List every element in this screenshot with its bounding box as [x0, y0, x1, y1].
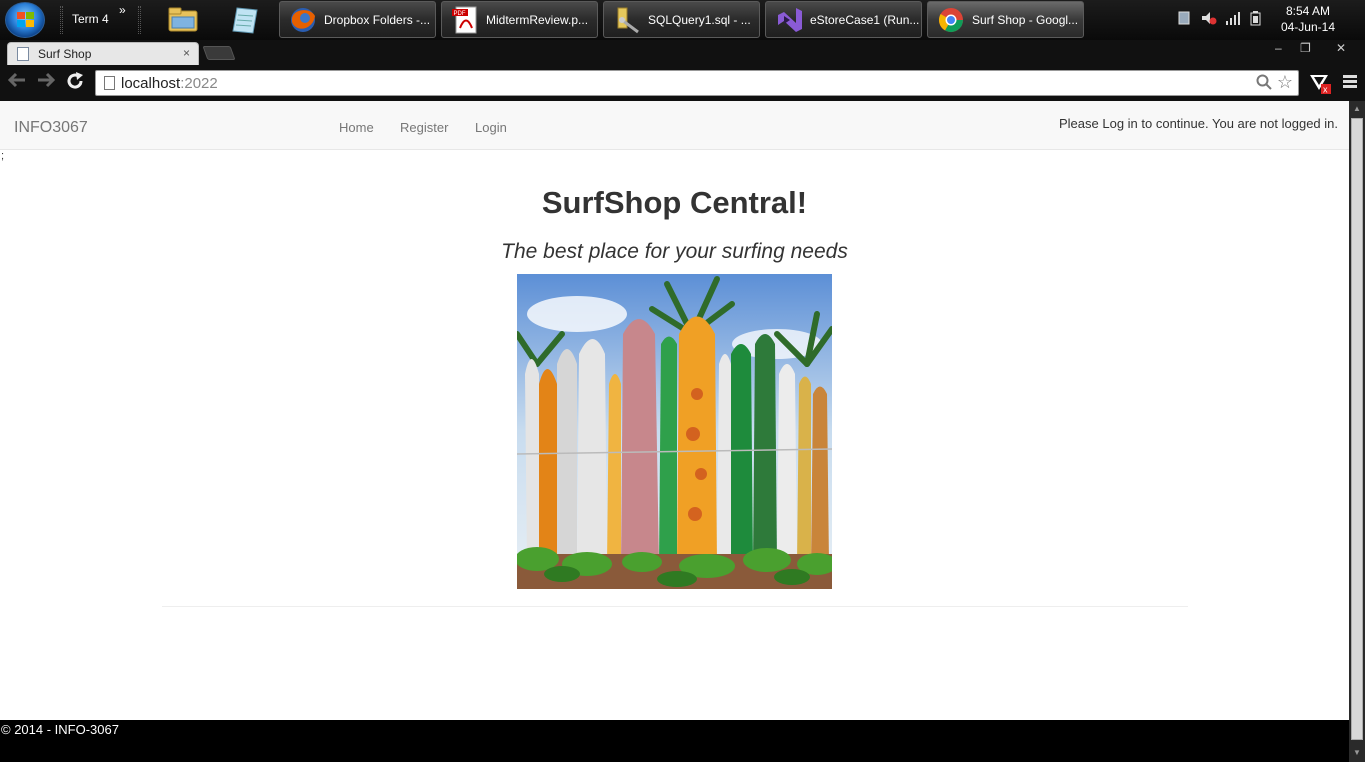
toolbar-term-label[interactable]: Term 4: [72, 12, 109, 26]
volume-muted-icon[interactable]: [1201, 10, 1217, 29]
task-label: SQLQuery1.sql - ...: [648, 13, 751, 27]
new-tab-button[interactable]: [202, 46, 236, 60]
bookmark-star-icon[interactable]: ☆: [1277, 72, 1293, 93]
clock-date: 04-Jun-14: [1280, 20, 1335, 34]
task-label: eStoreCase1 (Run...: [810, 13, 920, 27]
nav-home-link[interactable]: Home: [339, 120, 374, 135]
site-navbar: INFO3067 Home Register Login Please Log …: [0, 101, 1349, 150]
task-label: MidtermReview.p...: [486, 13, 589, 27]
folder-icon: [168, 7, 198, 32]
task-label: Dropbox Folders -...: [324, 13, 431, 27]
svg-text:x: x: [1323, 85, 1328, 95]
pdf-icon: PDF: [452, 6, 477, 34]
signal-strength-icon[interactable]: [1225, 10, 1241, 29]
browser-tab-active[interactable]: Surf Shop ×: [7, 42, 199, 65]
windows-flag-icon: [17, 12, 35, 29]
scroll-up-arrow-icon[interactable]: ▲: [1352, 104, 1362, 113]
content-divider: [162, 606, 1188, 607]
toolbar-overflow-chevron[interactable]: »: [119, 3, 126, 17]
scroll-down-arrow-icon[interactable]: ▼: [1352, 748, 1362, 757]
taskbar-item-midterm[interactable]: PDF MidtermReview.p...: [441, 1, 598, 38]
network-share-icon[interactable]: [1177, 10, 1191, 29]
site-brand-link[interactable]: INFO3067: [14, 119, 88, 137]
nav-login-link[interactable]: Login: [475, 120, 507, 135]
tab-close-icon[interactable]: ×: [183, 46, 190, 60]
pinned-notepad[interactable]: [229, 5, 261, 35]
pinned-explorer[interactable]: [167, 5, 199, 35]
taskbar-grip: [138, 6, 141, 34]
chrome-icon: [938, 8, 963, 33]
close-window-button[interactable]: ✕: [1336, 41, 1346, 55]
taskbar-item-dropbox[interactable]: Dropbox Folders -...: [279, 1, 436, 38]
address-url: localhost:2022: [121, 75, 218, 92]
page-icon: [104, 76, 115, 90]
taskbar-item-surfshop-chrome[interactable]: Surf Shop - Googl...: [927, 1, 1084, 38]
firefox-icon: [291, 8, 315, 32]
site-footer: © 2014 - INFO-3067: [0, 720, 1349, 762]
address-bar[interactable]: localhost:2022 ☆: [95, 70, 1299, 96]
surfboards-hero-image: [517, 274, 832, 589]
extension-icon[interactable]: x: [1309, 72, 1331, 95]
footer-copyright: © 2014 - INFO-3067: [1, 722, 119, 737]
search-icon[interactable]: [1256, 74, 1272, 94]
sql-query-icon: [617, 7, 639, 34]
battery-icon[interactable]: [1249, 10, 1263, 29]
back-arrow-icon[interactable]: [7, 72, 26, 93]
task-label: Surf Shop - Googl...: [972, 13, 1079, 27]
start-button[interactable]: [5, 2, 45, 38]
clock-time: 8:54 AM: [1285, 4, 1330, 18]
reload-icon[interactable]: [66, 72, 84, 95]
taskbar-item-sqlquery[interactable]: SQLQuery1.sql - ...: [603, 1, 760, 38]
forward-arrow-icon[interactable]: [37, 72, 56, 93]
page-favicon-icon: [17, 47, 29, 61]
restore-button[interactable]: ❐: [1300, 41, 1311, 55]
nav-register-link[interactable]: Register: [400, 120, 448, 135]
visual-studio-icon: [778, 8, 802, 32]
taskbar-item-estorecase[interactable]: eStoreCase1 (Run...: [765, 1, 922, 38]
page-title: SurfShop Central!: [541, 185, 808, 220]
notepad-icon: [232, 7, 258, 34]
scrollbar-thumb[interactable]: [1351, 118, 1363, 740]
stray-text: ;: [1, 150, 5, 162]
pdf-badge: PDF: [454, 11, 466, 17]
taskbar-grip: [60, 6, 63, 34]
tab-title: Surf Shop: [38, 47, 92, 61]
page-viewport: INFO3067 Home Register Login Please Log …: [0, 101, 1349, 762]
page-tagline: The best place for your surfing needs: [501, 240, 848, 263]
login-status-message: Please Log in to continue. You are not l…: [1059, 116, 1338, 131]
minimize-button[interactable]: ‒: [1275, 41, 1282, 55]
system-clock[interactable]: 8:54 AM 04-Jun-14: [1281, 3, 1335, 35]
chrome-menu-icon[interactable]: [1343, 75, 1357, 89]
windows-taskbar: Term 4 » Dropbox Folders -... PDF Midter…: [0, 0, 1365, 40]
